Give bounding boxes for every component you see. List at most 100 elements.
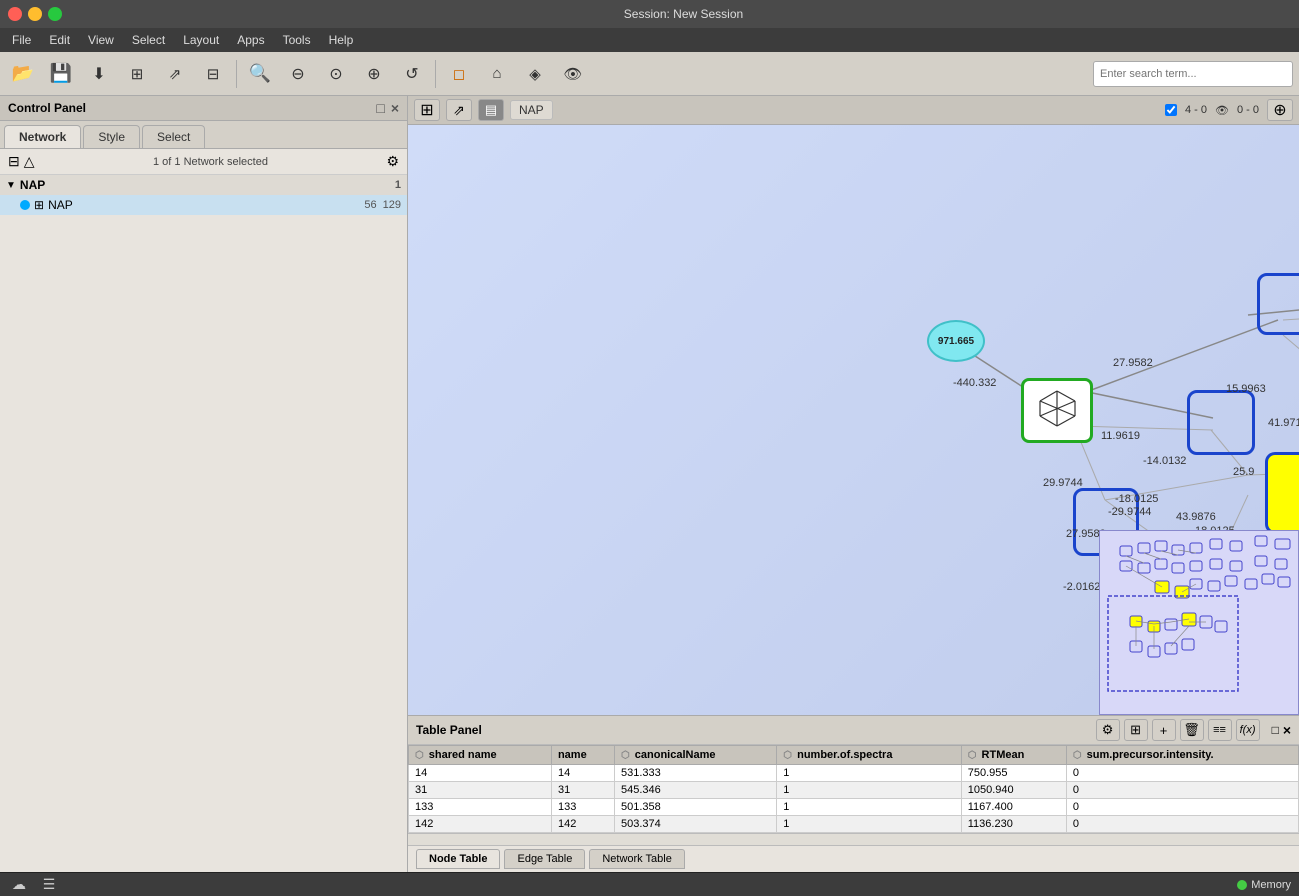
view-options-btn[interactable]: ⊕	[1267, 99, 1293, 121]
grid-view-btn[interactable]: ⊞	[414, 99, 440, 121]
table-cell: 1	[777, 799, 961, 816]
network-tab-label[interactable]: NAP	[510, 100, 553, 120]
network-list: ▼ NAP 1 ⊞ NAP 56 129	[0, 175, 407, 872]
share-view-btn[interactable]: ⇗	[446, 99, 472, 121]
close-btn[interactable]	[8, 7, 22, 21]
col-sum-pi[interactable]: ⬡ sum.precursor.intensity.	[1066, 746, 1298, 765]
node-blue-2[interactable]	[1257, 273, 1299, 335]
network-item-nap[interactable]: ⊞ NAP 56 129	[0, 195, 407, 215]
tab-network-table[interactable]: Network Table	[589, 849, 685, 869]
zoom-actual-button[interactable]: ⊕	[357, 57, 391, 91]
menubar: File Edit View Select Layout Apps Tools …	[0, 28, 1299, 52]
table-button[interactable]: ⊟	[196, 57, 230, 91]
cp-close-btn[interactable]: ×	[391, 100, 399, 116]
maximize-btn[interactable]	[48, 7, 62, 21]
menu-select[interactable]: Select	[124, 31, 173, 49]
node-blue-1[interactable]	[1187, 390, 1255, 455]
menu-tools[interactable]: Tools	[275, 31, 319, 49]
home-button[interactable]: ⌂	[480, 57, 514, 91]
col-canonical-name[interactable]: ⬡ canonicalName	[614, 746, 776, 765]
grid-button[interactable]: ⊞	[120, 57, 154, 91]
table-row: 133133501.35811167.4000	[409, 799, 1299, 816]
table-cell: 545.346	[614, 782, 776, 799]
zoom-out-button[interactable]: ⊖	[281, 57, 315, 91]
network-view-bar: ⊞ ⇗ ▤ NAP 4 - 0 👁 0 - 0 ⊕	[408, 96, 1299, 125]
network-group-count: 1	[395, 179, 401, 191]
menu-edit[interactable]: Edit	[41, 31, 78, 49]
network-group-nap[interactable]: ▼ NAP 1	[0, 175, 407, 195]
table-panel-title: Table Panel	[416, 723, 482, 737]
node-green[interactable]	[1021, 378, 1093, 443]
table-scroll-area[interactable]: ⬡ shared name name ⬡ canonicalName	[408, 745, 1299, 833]
control-panel-tabs: Network Style Select	[0, 121, 407, 149]
main-area: Control Panel □ × Network Style Select ⊟…	[0, 96, 1299, 872]
table-cell: 0	[1066, 765, 1298, 782]
minimize-btn[interactable]	[28, 7, 42, 21]
toolbar-separator-1	[236, 60, 237, 88]
cp-maximize-btn[interactable]: □	[376, 100, 384, 116]
group-arrow-icon: ▼	[6, 180, 16, 191]
settings-icon[interactable]: ⚙	[386, 153, 399, 170]
table-cell: 0	[1066, 816, 1298, 833]
menu-view[interactable]: View	[80, 31, 122, 49]
tp-link-btn[interactable]: ≡≡	[1208, 719, 1232, 741]
status-list-icon[interactable]: ☰	[38, 874, 60, 896]
table-cell: 1050.940	[961, 782, 1066, 799]
selection-checkbox[interactable]	[1165, 104, 1177, 116]
expand-icon[interactable]: △	[24, 153, 35, 170]
tab-node-table[interactable]: Node Table	[416, 849, 500, 869]
table-cell: 1136.230	[961, 816, 1066, 833]
details-view-btn[interactable]: ▤	[478, 99, 504, 121]
table-row: 1414531.3331750.9550	[409, 765, 1299, 782]
tp-columns-btn[interactable]: ⊞	[1124, 719, 1148, 741]
network-selection-info: 1 of 1 Network selected	[39, 156, 383, 168]
menu-layout[interactable]: Layout	[175, 31, 227, 49]
control-panel: Control Panel □ × Network Style Select ⊟…	[0, 96, 408, 872]
titlebar: Session: New Session	[0, 0, 1299, 28]
table-scrollbar[interactable]	[408, 833, 1299, 845]
minimap	[1099, 530, 1299, 715]
col-num-spectra[interactable]: ⬡ number.of.spectra	[777, 746, 961, 765]
status-cloud-icon[interactable]: ☁	[8, 874, 30, 896]
memory-label: Memory	[1251, 879, 1291, 891]
search-input[interactable]	[1093, 61, 1293, 87]
col-shared-name[interactable]: ⬡ shared name	[409, 746, 552, 765]
edge-label-419: 41.9713	[1268, 417, 1299, 429]
tp-add-btn[interactable]: +	[1152, 719, 1176, 741]
zoom-in-button[interactable]: 🔍	[243, 57, 277, 91]
col-rt-mean[interactable]: ⬡ RTMean	[961, 746, 1066, 765]
menu-apps[interactable]: Apps	[229, 31, 272, 49]
collapse-all-icon[interactable]: ⊟	[8, 153, 20, 170]
col-name[interactable]: name	[551, 746, 614, 765]
tab-select[interactable]: Select	[142, 125, 205, 148]
table-cell: 0	[1066, 782, 1298, 799]
network-canvas[interactable]: 971.665	[408, 125, 1299, 715]
menu-help[interactable]: Help	[321, 31, 362, 49]
tp-function-btn[interactable]: f(x)	[1236, 719, 1260, 741]
share-button[interactable]: ⇗	[158, 57, 192, 91]
node-971665[interactable]: 971.665	[927, 320, 985, 362]
select-mode-button[interactable]: ◻	[442, 57, 476, 91]
node-yellow-1[interactable]	[1265, 452, 1299, 534]
tp-delete-btn[interactable]: 🗑	[1180, 719, 1204, 741]
hidden-count: 0 - 0	[1237, 104, 1259, 116]
tp-maximize-btn[interactable]: □	[1272, 723, 1279, 737]
bottom-panel: Table Panel ⚙ ⊞ + 🗑 ≡≡ f(x) □ ×	[408, 715, 1299, 872]
eye-button[interactable]: 👁	[556, 57, 590, 91]
refresh-button[interactable]: ↺	[395, 57, 429, 91]
zoom-fit-button[interactable]: ⊙	[319, 57, 353, 91]
tab-network[interactable]: Network	[4, 125, 81, 148]
tab-style[interactable]: Style	[83, 125, 140, 148]
menu-file[interactable]: File	[4, 31, 39, 49]
tp-close-btn[interactable]: ×	[1283, 722, 1291, 738]
open-button[interactable]: 📂	[6, 57, 40, 91]
import-button[interactable]: ⬇	[82, 57, 116, 91]
tp-settings-btn[interactable]: ⚙	[1096, 719, 1120, 741]
table-cell: 1	[777, 816, 961, 833]
tab-edge-table[interactable]: Edge Table	[504, 849, 585, 869]
edge-label-279: 27.9582	[1113, 357, 1153, 369]
save-button[interactable]: 💾	[44, 57, 78, 91]
memory-status: Memory	[1237, 879, 1291, 891]
table-cell: 501.358	[614, 799, 776, 816]
filter-button[interactable]: ◈	[518, 57, 552, 91]
